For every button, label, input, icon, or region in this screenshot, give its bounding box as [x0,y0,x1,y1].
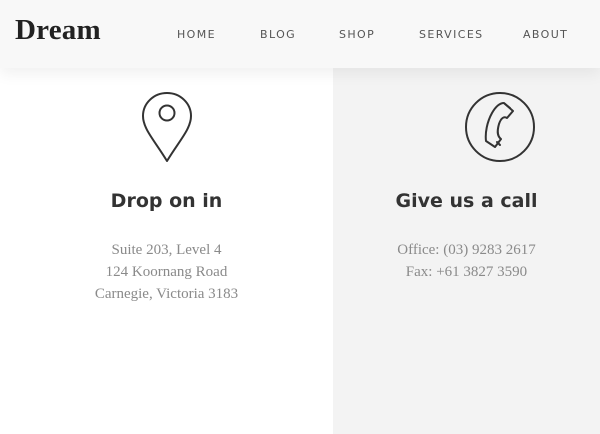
nav-shop[interactable]: SHOP [339,28,375,41]
phone-icon [465,92,535,162]
address-line: Carnegie, Victoria 3183 [94,286,239,302]
contact-numbers: Office: (03) 9283 2617 Fax: +61 3827 359… [333,239,600,283]
site-logo[interactable]: Dream [15,14,101,47]
site-header: Dream HOME BLOG SHOP SERVICES ABOUT [0,0,600,68]
location-title: Drop on in [110,190,223,212]
nav-blog[interactable]: BLOG [260,28,296,41]
contact-section: Give us a call Office: (03) 9283 2617 Fa… [333,68,600,434]
nav-services[interactable]: SERVICES [419,28,484,41]
office-phone[interactable]: Office: (03) 9283 2617 [333,239,600,261]
location-section: Drop on in Suite 203, Level 4 124 Koorna… [0,68,333,434]
map-pin-icon [142,92,192,162]
nav-about[interactable]: ABOUT [523,28,568,41]
location-address: Suite 203, Level 4 124 Koornang Road Car… [0,239,333,305]
address-line: Suite 203, Level 4 [111,242,222,258]
fax-number: Fax: +61 3827 3590 [405,264,528,280]
nav-home[interactable]: HOME [177,28,216,41]
contact-title: Give us a call [395,190,538,212]
address-line: 124 Koornang Road [105,264,228,280]
